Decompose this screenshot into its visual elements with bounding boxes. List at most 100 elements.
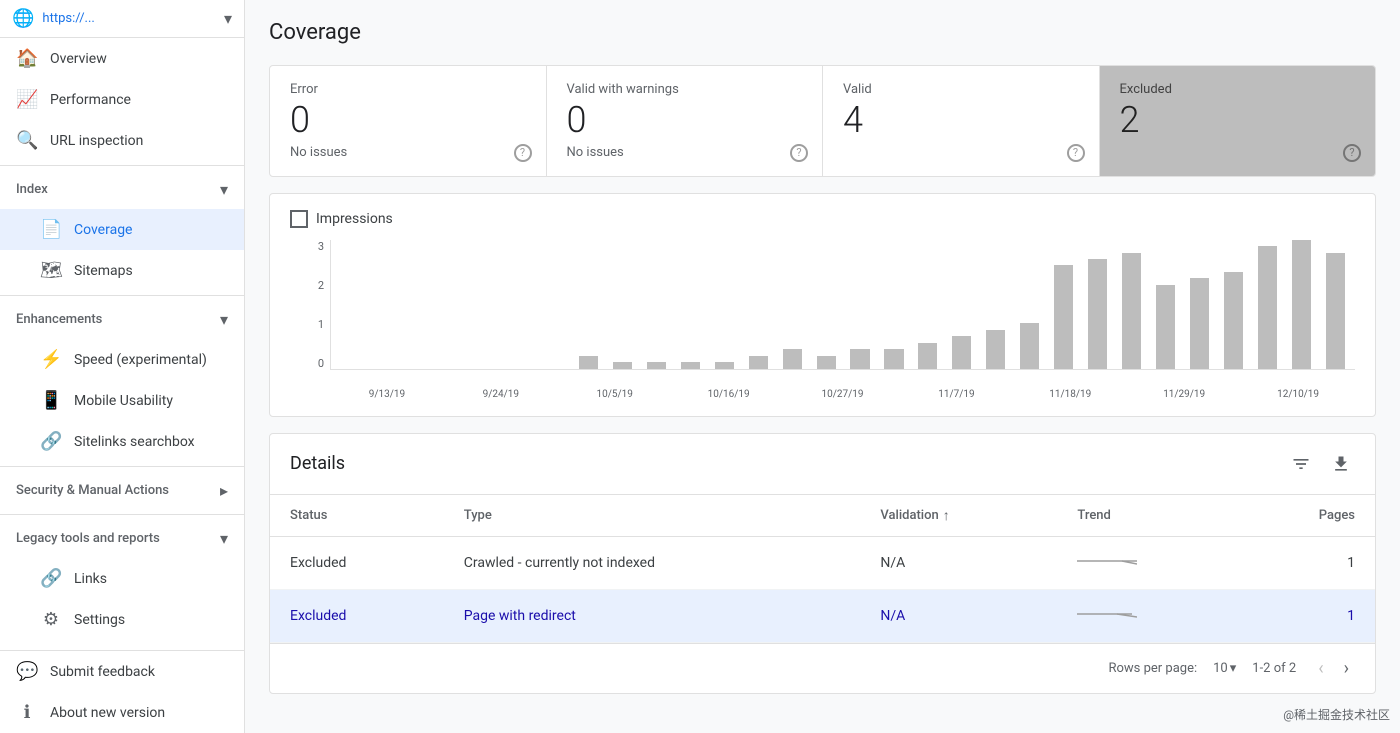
th-status: Status xyxy=(270,495,444,537)
th-pages-label: Pages xyxy=(1319,508,1355,523)
sidebar-item-speed[interactable]: ⚡ Speed (experimental) xyxy=(0,339,244,380)
chart-y-axis: 3 2 1 0 xyxy=(290,240,330,370)
main-content: Coverage Error 0 No issues ? Valid with … xyxy=(245,0,1400,733)
th-trend: Trend xyxy=(1057,495,1237,537)
links-icon: 🔗 xyxy=(40,568,62,589)
bar xyxy=(1054,265,1073,368)
th-trend-label: Trend xyxy=(1077,508,1110,523)
enhancements-section-label: Enhancements xyxy=(16,312,102,327)
bar xyxy=(1224,272,1243,369)
coverage-icon: 📄 xyxy=(40,219,62,240)
security-section-header[interactable]: Security & Manual Actions ▸ xyxy=(0,471,244,510)
bar xyxy=(884,349,903,368)
bar xyxy=(1122,253,1141,369)
bar-group xyxy=(437,240,469,369)
search-icon: 🔍 xyxy=(16,130,38,151)
bar xyxy=(952,336,971,368)
sidebar-item-sitelinks[interactable]: 🔗 Sitelinks searchbox xyxy=(0,421,244,462)
status-card-error[interactable]: Error 0 No issues ? xyxy=(270,66,547,176)
status-card-valid[interactable]: Valid 4 ? xyxy=(823,66,1100,176)
sitemaps-icon: 🗺 xyxy=(40,260,62,281)
row0-trend xyxy=(1057,536,1237,589)
sort-up-icon: ↑ xyxy=(943,507,950,524)
home-icon: 🏠 xyxy=(16,48,38,69)
legacy-section-label: Legacy tools and reports xyxy=(16,531,160,546)
sidebar-item-links-label: Links xyxy=(74,571,107,587)
bar-group xyxy=(1048,240,1080,369)
row1-pages: 1 xyxy=(1238,589,1375,642)
sidebar-item-sitemaps-label: Sitemaps xyxy=(74,263,133,279)
filter-button[interactable] xyxy=(1287,450,1315,478)
enhancements-section-header[interactable]: Enhancements ▾ xyxy=(0,300,244,339)
bar xyxy=(850,349,869,368)
chart-x-labels: 9/13/19 9/24/19 10/5/19 10/16/19 10/27/1… xyxy=(330,372,1355,400)
sidebar-item-url-inspection[interactable]: 🔍 URL inspection xyxy=(0,120,244,161)
bar-group xyxy=(335,240,367,369)
legacy-section-header[interactable]: Legacy tools and reports ▾ xyxy=(0,519,244,558)
sidebar-item-overview-label: Overview xyxy=(50,51,107,67)
divider-index xyxy=(0,165,244,166)
th-validation[interactable]: Validation ↑ xyxy=(860,495,1057,537)
security-section-label: Security & Manual Actions xyxy=(16,483,169,498)
row1-trend xyxy=(1057,589,1237,642)
th-status-label: Status xyxy=(290,508,327,523)
x-label-4: 10/27/19 xyxy=(786,389,900,400)
status-card-excluded[interactable]: Excluded 2 ? xyxy=(1100,66,1376,176)
bar xyxy=(918,343,937,369)
details-header: Details xyxy=(270,434,1375,495)
impressions-label: Impressions xyxy=(316,211,393,227)
divider-enhancements xyxy=(0,295,244,296)
error-number: 0 xyxy=(290,101,526,141)
excluded-info-icon[interactable]: ? xyxy=(1343,144,1361,162)
sidebar-item-performance[interactable]: 📈 Performance xyxy=(0,79,244,120)
bar xyxy=(1020,323,1039,368)
next-page-button[interactable]: › xyxy=(1338,656,1355,681)
status-card-valid-warnings[interactable]: Valid with warnings 0 No issues ? xyxy=(547,66,824,176)
bar xyxy=(613,362,632,368)
sidebar-item-about[interactable]: ℹ About new version xyxy=(0,692,244,733)
bar-group xyxy=(878,240,910,369)
url-selector[interactable]: 🌐 https://... ▾ xyxy=(0,0,244,38)
valid-info-icon[interactable]: ? xyxy=(1067,144,1085,162)
row1-validation: N/A xyxy=(860,589,1057,642)
th-validation-sort[interactable]: Validation ↑ xyxy=(880,507,1037,524)
valid-warnings-info-icon[interactable]: ? xyxy=(790,144,808,162)
sparkline-0 xyxy=(1077,551,1137,571)
legacy-collapse-icon: ▾ xyxy=(220,529,228,548)
divider-legacy xyxy=(0,514,244,515)
impressions-toggle[interactable]: Impressions xyxy=(290,210,1355,228)
sidebar-item-coverage[interactable]: 📄 Coverage xyxy=(0,209,244,250)
sidebar-item-links[interactable]: 🔗 Links xyxy=(0,558,244,599)
bar-group xyxy=(640,240,672,369)
sidebar-item-settings[interactable]: ⚙ Settings xyxy=(0,599,244,640)
url-chevron-icon: ▾ xyxy=(224,9,232,28)
prev-page-button[interactable]: ‹ xyxy=(1312,656,1329,681)
index-section-header[interactable]: Index ▾ xyxy=(0,170,244,209)
table-header-row: Status Type Validation ↑ Trend xyxy=(270,495,1375,537)
bar xyxy=(783,349,802,368)
rows-per-page-label: Rows per page: xyxy=(1108,661,1197,676)
download-button[interactable] xyxy=(1327,450,1355,478)
sidebar-item-submit-feedback[interactable]: 💬 Submit feedback xyxy=(0,651,244,692)
sidebar-item-overview[interactable]: 🏠 Overview xyxy=(0,38,244,79)
bar-group xyxy=(844,240,876,369)
error-label: Error xyxy=(290,82,526,97)
bar xyxy=(1292,240,1311,369)
bar-group xyxy=(1082,240,1114,369)
table-row[interactable]: Excluded Page with redirect N/A 1 xyxy=(270,589,1375,642)
error-info-icon[interactable]: ? xyxy=(514,144,532,162)
chart-container: 3 2 1 0 9/13/19 9/24/19 10/5/19 10/16/19… xyxy=(290,240,1355,400)
page-title: Coverage xyxy=(269,20,1376,45)
bar-group xyxy=(403,240,435,369)
bar-group xyxy=(1116,240,1148,369)
error-sub: No issues xyxy=(290,145,526,160)
bar xyxy=(681,362,700,368)
sidebar-item-mobile[interactable]: 📱 Mobile Usability xyxy=(0,380,244,421)
sidebar-item-sitemaps[interactable]: 🗺 Sitemaps xyxy=(0,250,244,291)
security-collapse-icon: ▸ xyxy=(220,481,228,500)
rows-per-page-chevron-icon: ▾ xyxy=(1230,661,1237,676)
table-row[interactable]: Excluded Crawled - currently not indexed… xyxy=(270,536,1375,589)
rows-per-page-select[interactable]: 10 ▾ xyxy=(1213,661,1236,676)
impressions-checkbox[interactable] xyxy=(290,210,308,228)
sidebar-bottom: 💬 Submit feedback ℹ About new version xyxy=(0,650,244,733)
